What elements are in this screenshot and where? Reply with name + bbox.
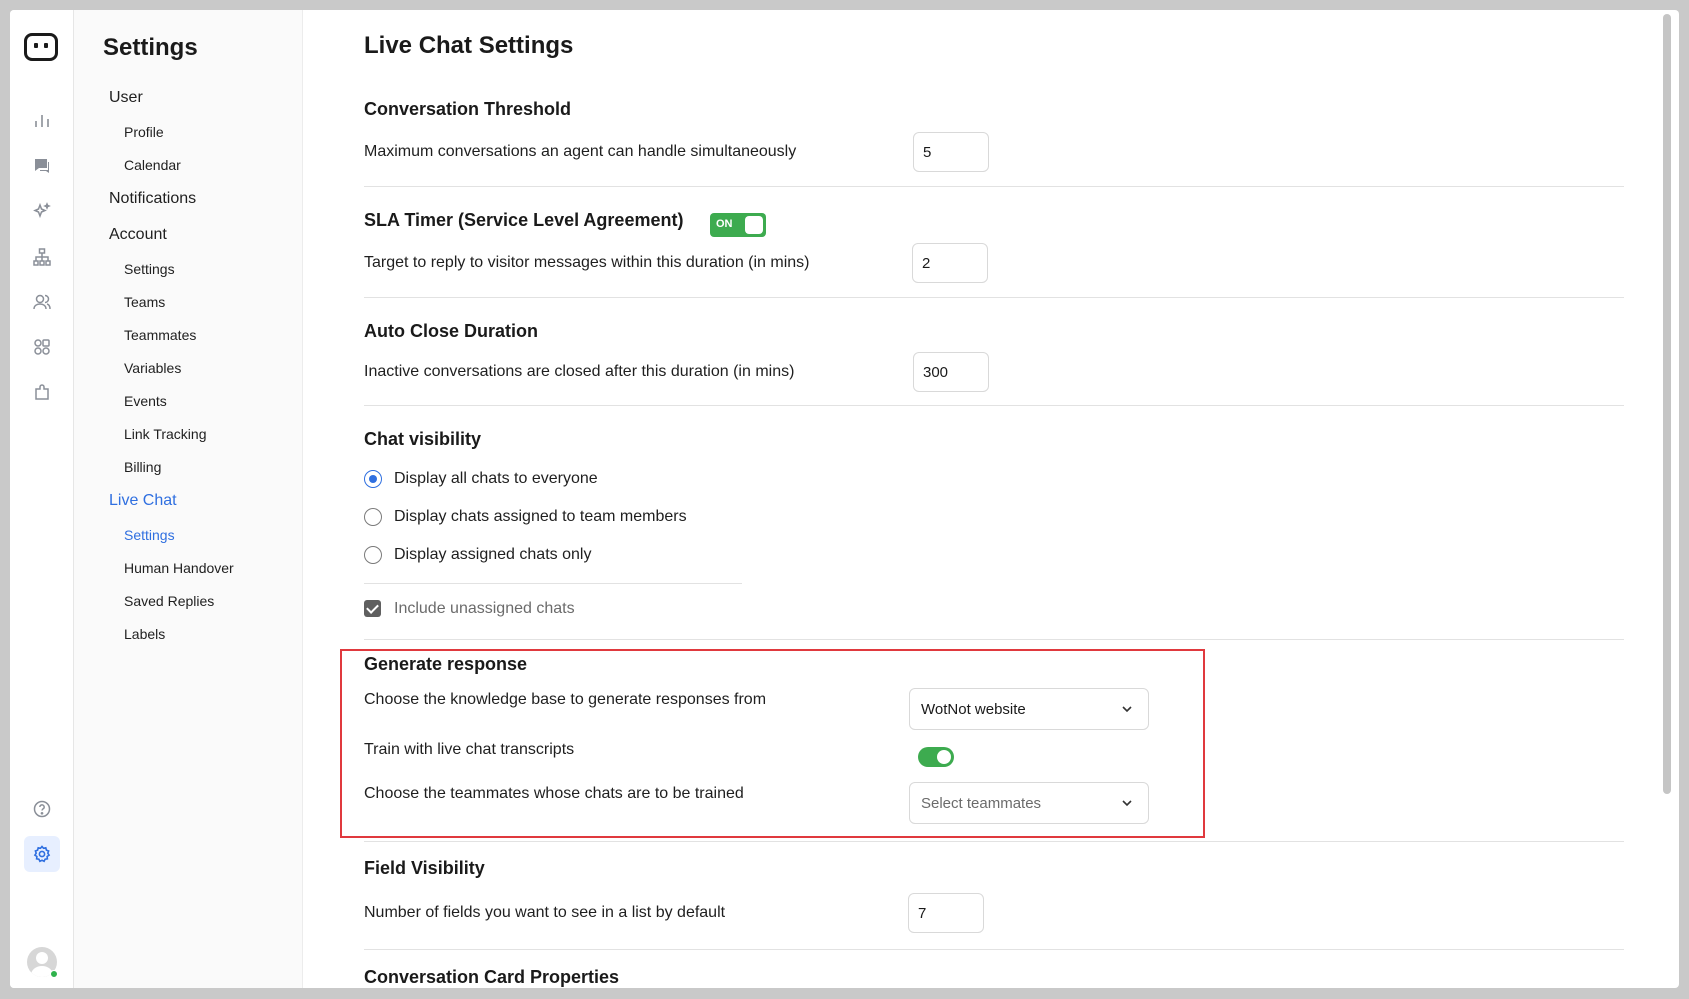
flow-icon[interactable] — [27, 242, 57, 272]
sidebar-item-link-tracking[interactable]: Link Tracking — [124, 426, 206, 442]
sidebar-title: Settings — [103, 34, 198, 61]
sidebar-group-live-chat[interactable]: Live Chat — [109, 492, 177, 510]
divider — [364, 949, 1624, 950]
integrations-icon[interactable] — [27, 377, 57, 407]
train-transcripts-toggle[interactable] — [918, 747, 954, 767]
divider — [364, 841, 1624, 842]
icon-rail — [10, 10, 74, 988]
apps-icon[interactable] — [27, 332, 57, 362]
include-unassigned-label: Include unassigned chats — [394, 600, 575, 617]
sidebar-item-teammates[interactable]: Teammates — [124, 327, 196, 343]
online-status-dot — [50, 970, 58, 978]
sla-title: SLA Timer (Service Level Agreement) — [364, 210, 684, 230]
train-label: Train with live chat transcripts — [364, 741, 575, 758]
radio-team-members[interactable] — [364, 508, 382, 526]
sidebar-item-live-chat-settings[interactable]: Settings — [124, 527, 175, 543]
sla-toggle[interactable]: ON — [710, 213, 766, 237]
users-icon[interactable] — [27, 287, 57, 317]
generate-response-title: Generate response — [364, 654, 528, 674]
ai-sparkle-icon[interactable] — [27, 196, 57, 226]
divider — [364, 639, 1624, 640]
teammates-select[interactable]: Select teammates — [909, 782, 1149, 824]
sidebar-item-events[interactable]: Events — [124, 393, 167, 409]
sla-input[interactable] — [912, 243, 988, 283]
page-title: Live Chat Settings — [364, 32, 574, 59]
card-properties-title: Conversation Card Properties — [364, 967, 620, 987]
settings-icon[interactable] — [24, 836, 60, 872]
sidebar-group-user[interactable]: User — [109, 89, 143, 107]
app-window: Settings User Profile Calendar Notificat… — [10, 10, 1679, 988]
sidebar-item-labels[interactable]: Labels — [124, 626, 165, 642]
auto-close-title: Auto Close Duration — [364, 321, 538, 341]
help-icon[interactable] — [27, 794, 57, 824]
chat-visibility-title: Chat visibility — [364, 429, 482, 449]
threshold-title: Conversation Threshold — [364, 99, 572, 119]
sla-label: Target to reply to visitor messages with… — [364, 254, 810, 271]
teammates-placeholder: Select teammates — [921, 795, 1042, 812]
kb-label: Choose the knowledge base to generate re… — [364, 691, 767, 708]
divider — [364, 583, 742, 584]
field-visibility-label: Number of fields you want to see in a li… — [364, 904, 726, 921]
radio-assigned-only[interactable] — [364, 546, 382, 564]
sla-toggle-knob — [745, 216, 763, 234]
logo-icon[interactable] — [24, 33, 58, 61]
sidebar-group-notifications[interactable]: Notifications — [109, 190, 196, 208]
teammates-label: Choose the teammates whose chats are to … — [364, 785, 744, 802]
radio-team-members-label: Display chats assigned to team members — [394, 508, 687, 525]
divider — [364, 297, 1624, 298]
scrollbar[interactable] — [1663, 14, 1671, 794]
auto-close-input[interactable] — [913, 352, 989, 392]
threshold-label: Maximum conversations an agent can handl… — [364, 143, 797, 160]
chat-icon[interactable] — [27, 151, 57, 181]
settings-sidebar: Settings User Profile Calendar Notificat… — [74, 10, 303, 988]
sidebar-group-account[interactable]: Account — [109, 226, 167, 244]
analytics-icon[interactable] — [27, 106, 57, 136]
knowledge-base-value: WotNot website — [921, 701, 1026, 718]
include-unassigned-checkbox[interactable] — [364, 600, 381, 617]
chevron-down-icon — [1122, 800, 1132, 807]
sidebar-item-teams[interactable]: Teams — [124, 294, 165, 310]
radio-display-all-label: Display all chats to everyone — [394, 470, 598, 487]
sidebar-item-account-settings[interactable]: Settings — [124, 261, 175, 277]
divider — [364, 405, 1624, 406]
user-avatar[interactable] — [27, 947, 58, 978]
divider — [364, 186, 1624, 187]
field-visibility-title: Field Visibility — [364, 858, 485, 878]
chevron-down-icon — [1122, 706, 1132, 713]
auto-close-label: Inactive conversations are closed after … — [364, 363, 795, 380]
sidebar-item-billing[interactable]: Billing — [124, 459, 161, 475]
sidebar-item-profile[interactable]: Profile — [124, 124, 164, 140]
sidebar-item-saved-replies[interactable]: Saved Replies — [124, 593, 214, 609]
field-visibility-input[interactable] — [908, 893, 984, 933]
threshold-input[interactable] — [913, 132, 989, 172]
radio-display-all[interactable] — [364, 470, 382, 488]
sidebar-item-variables[interactable]: Variables — [124, 360, 181, 376]
sidebar-item-calendar[interactable]: Calendar — [124, 157, 181, 173]
radio-assigned-only-label: Display assigned chats only — [394, 546, 592, 563]
knowledge-base-select[interactable]: WotNot website — [909, 688, 1149, 730]
sla-toggle-label: ON — [716, 218, 733, 230]
sidebar-item-human-handover[interactable]: Human Handover — [124, 560, 234, 576]
main-content: Live Chat Settings Conversation Threshol… — [303, 10, 1679, 988]
